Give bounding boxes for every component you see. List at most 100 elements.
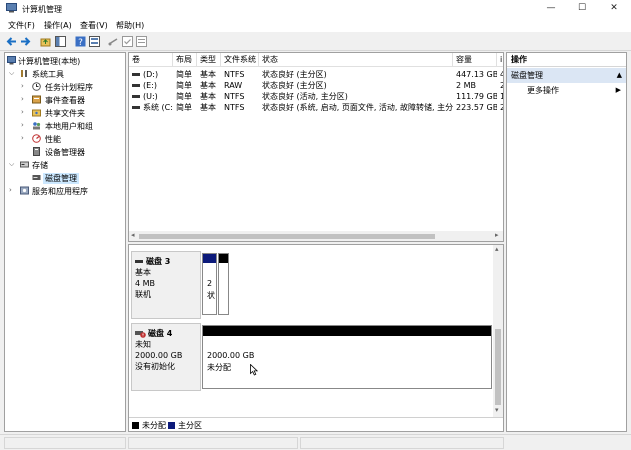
column-header-volume[interactable]: 卷 [129,53,173,67]
capacity-cell: 223.57 GB [456,103,497,112]
capacity-cell: 2 MB [456,81,477,90]
partition-text: 2 [207,279,213,288]
view-list-icon[interactable] [136,36,147,47]
collapse-arrow-icon[interactable]: ⌵ [9,160,14,169]
column-header-status[interactable]: 状态 [259,53,453,67]
uninitialized-disk-icon [135,331,146,338]
filesystem-cell: RAW [224,81,243,90]
event-viewer-icon [32,95,41,104]
filesystem-cell: NTFS [224,103,245,112]
disk-3-size: 4 MB [135,279,156,288]
scroll-thumb[interactable] [495,329,501,405]
disk-4-type: 未知 [135,340,151,349]
show-hide-tree-icon[interactable] [55,36,66,47]
primary-partition-swatch [168,422,175,429]
column-header-capacity[interactable]: 容量 [453,53,497,67]
filesystem-cell: NTFS [224,70,245,79]
expand-arrow-icon[interactable]: › [21,82,24,90]
shared-folder-icon [32,109,41,117]
tree-label: 设备管理器 [45,148,85,157]
disk-3-primary-partition[interactable]: 2 状 [202,253,217,315]
disk-3-type: 基本 [135,268,151,277]
actions-section-disk-management[interactable]: 磁盘管理 ▲ [507,68,626,83]
volume-cell: (U:) [129,91,173,102]
status-segment [128,437,298,449]
disk-3-unallocated[interactable] [218,253,229,315]
properties-icon[interactable] [89,36,100,47]
disk-management-icon [32,175,41,180]
menu-action[interactable]: 操作(A) [44,20,72,31]
scroll-right-icon[interactable]: ▸ [495,231,499,239]
up-folder-icon[interactable] [40,36,51,47]
volume-cell: (E:) [129,80,173,91]
status-cell: 状态良好 (主分区) [262,81,327,90]
section-label: 磁盘管理 [511,71,543,80]
disk-icon [135,260,143,263]
type-cell: 基本 [200,103,216,112]
disk-4-state: 没有初始化 [135,362,175,371]
actions-header: 操作 [507,53,626,67]
collapse-arrow-icon[interactable]: ▲ [617,68,622,83]
legend-unallocated-label: 未分配 [142,421,166,430]
column-header-type[interactable]: 类型 [197,53,221,67]
expand-arrow-icon[interactable]: › [9,186,12,194]
menu-file[interactable]: 文件(F) [8,20,35,31]
layout-cell: 简单 [176,92,192,101]
help-icon[interactable]: ? [75,36,86,47]
maximize-button[interactable]: ☐ [567,0,597,17]
tree-label: 系统工具 [32,70,64,79]
scroll-down-icon[interactable]: ▾ [495,406,499,414]
disk-4-info[interactable]: 磁盘 4 未知 2000.00 GB 没有初始化 [131,323,201,391]
partition-legend: 未分配 主分区 [129,417,503,431]
connect-icon[interactable] [108,36,119,47]
expand-arrow-icon[interactable]: › [21,95,24,103]
disk-3-info[interactable]: 磁盘 3 基本 4 MB 联机 [131,251,201,319]
services-icon [20,186,29,195]
partition-text: 状 [207,291,215,300]
volume-cell: 系统 (C:) [129,102,173,113]
volume-icon [132,95,140,98]
column-header-extra[interactable]: i [497,53,503,67]
disk-graphical-view: 磁盘 3 基本 4 MB 联机 2 状 磁盘 4 未知 2000.00 GB 没… [128,244,504,432]
close-button[interactable]: ✕ [599,0,629,17]
minimize-button[interactable]: — [536,0,566,17]
menu-view[interactable]: 查看(V) [80,20,108,31]
collapse-arrow-icon[interactable]: ⌵ [9,69,14,78]
layout-cell: 简单 [176,70,192,79]
menu-help[interactable]: 帮助(H) [116,20,144,31]
more-actions-link[interactable]: 更多操作 [527,85,559,97]
capacity-cell: 111.79 GB [456,92,497,101]
scroll-up-icon[interactable]: ▴ [495,245,499,253]
column-header-filesystem[interactable]: 文件系统 [221,53,259,67]
unallocated-bar [203,326,491,336]
expand-arrow-icon[interactable]: › [21,134,24,142]
expand-arrow-icon[interactable]: › [21,108,24,116]
volume-icon [132,73,140,76]
volume-icon [132,84,140,87]
extra-cell: 2 [497,80,503,91]
volume-list: 卷 布局 类型 文件系统 状态 容量 i (D:) 简单 基本 NTFS 状态良… [128,52,504,242]
column-header-layout[interactable]: 布局 [173,53,197,67]
capacity-cell: 447.13 GB [456,70,497,79]
type-cell: 基本 [200,70,216,79]
scroll-thumb[interactable] [139,234,435,239]
forward-arrow-icon[interactable] [20,36,31,47]
layout-cell: 简单 [176,81,192,90]
scroll-left-icon[interactable]: ◂ [131,231,135,239]
toolbar: ? [0,32,631,51]
disk-3-title: 磁盘 3 [135,256,197,267]
disk-4-unallocated-partition[interactable]: 2000.00 GB 未分配 [202,325,492,389]
svg-text:?: ? [78,38,83,47]
horizontal-scrollbar[interactable]: ◂ ▸ [129,231,503,241]
check-icon[interactable] [122,36,133,47]
more-actions-label: 更多操作 [527,86,559,95]
submenu-arrow-icon: ▶ [615,86,621,94]
vertical-scrollbar[interactable]: ▴ ▾ [493,245,503,417]
back-arrow-icon[interactable] [6,36,17,47]
device-manager-icon [33,147,40,156]
tree-label: 任务计划程序 [45,83,93,92]
tree-label: 事件查看器 [45,96,85,105]
expand-arrow-icon[interactable]: › [21,121,24,129]
extra-cell: 1 [497,91,503,102]
partition-state: 未分配 [207,363,231,372]
